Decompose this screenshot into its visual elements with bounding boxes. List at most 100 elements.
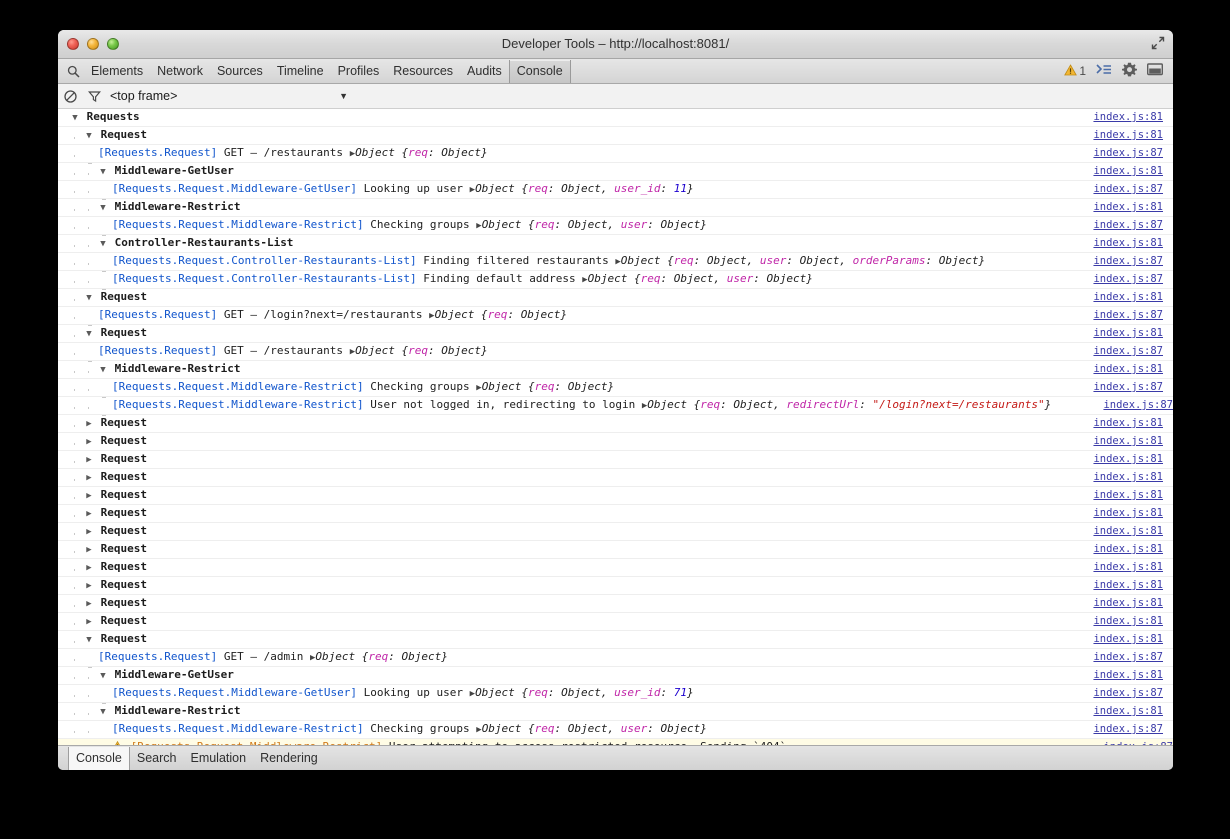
triangle-down-icon[interactable]: ▼ [70, 110, 80, 126]
minimize-button[interactable] [87, 38, 99, 50]
tab-timeline[interactable]: Timeline [270, 60, 331, 83]
source-link[interactable]: index.js:87 [1093, 307, 1163, 323]
console-group-row[interactable]: ▼ Request index.js:81 [58, 631, 1173, 649]
triangle-down-icon[interactable]: ▼ [98, 362, 108, 378]
triangle-right-icon[interactable]: ▶ [84, 434, 94, 450]
source-link[interactable]: index.js:87 [1093, 343, 1163, 359]
console-group-row[interactable]: ▶ Request index.js:81 [58, 559, 1173, 577]
console-log-row[interactable]: [Requests.Request] GET – /restaurants ▶O… [58, 343, 1173, 362]
object-preview[interactable]: Object { [355, 146, 408, 159]
console-log-row[interactable]: [Requests.Request.Middleware-Restrict] C… [58, 721, 1173, 740]
triangle-right-icon[interactable]: ▶ [84, 560, 94, 576]
console-group-row[interactable]: ▼ Controller-Restaurants-List index.js:81 [58, 235, 1173, 253]
gear-icon[interactable] [1122, 62, 1137, 80]
console-group-row[interactable]: ▶ Request index.js:81 [58, 487, 1173, 505]
triangle-right-icon[interactable]: ▶ [84, 578, 94, 594]
tab-network[interactable]: Network [150, 60, 210, 83]
source-link[interactable]: index.js:81 [1093, 559, 1163, 575]
source-link[interactable]: index.js:81 [1093, 235, 1163, 251]
object-preview[interactable]: Object { [475, 182, 528, 195]
tab-profiles[interactable]: Profiles [331, 60, 387, 83]
source-link[interactable]: index.js:87 [1093, 685, 1163, 701]
console-group-row[interactable]: ▼ Requests index.js:81 [58, 109, 1173, 127]
console-group-row[interactable]: ▼ Middleware-Restrict index.js:81 [58, 361, 1173, 379]
drawer-tab-rendering[interactable]: Rendering [253, 747, 325, 770]
console-group-row[interactable]: ▼ Middleware-GetUser index.js:81 [58, 163, 1173, 181]
console-group-row[interactable]: ▶ Request index.js:81 [58, 415, 1173, 433]
filter-funnel-icon[interactable] [82, 90, 106, 103]
triangle-down-icon[interactable]: ▼ [84, 290, 94, 306]
console-group-row[interactable]: ▶ Request index.js:81 [58, 505, 1173, 523]
source-link[interactable]: index.js:81 [1093, 631, 1163, 647]
source-link[interactable]: index.js:87 [1103, 397, 1173, 413]
source-link[interactable]: index.js:81 [1093, 505, 1163, 521]
object-preview[interactable]: Object { [647, 398, 700, 411]
console-group-row[interactable]: ▶ Request index.js:81 [58, 613, 1173, 631]
source-link[interactable]: index.js:81 [1093, 163, 1163, 179]
source-link[interactable]: index.js:81 [1093, 667, 1163, 683]
source-link[interactable]: index.js:87 [1103, 739, 1173, 745]
source-link[interactable]: index.js:87 [1093, 145, 1163, 161]
console-group-row[interactable]: ▼ Middleware-GetUser index.js:81 [58, 667, 1173, 685]
object-preview[interactable]: Object { [482, 380, 535, 393]
source-link[interactable]: index.js:81 [1093, 577, 1163, 593]
console-log-row[interactable]: [Requests.Request.Middleware-GetUser] Lo… [58, 685, 1173, 704]
console-message-list[interactable]: ▼ Requests index.js:81 ▼ Request index.js:8… [58, 109, 1173, 745]
triangle-right-icon[interactable]: ▶ [84, 488, 94, 504]
triangle-right-icon[interactable]: ▶ [84, 524, 94, 540]
tab-elements[interactable]: Elements [84, 60, 150, 83]
console-log-row[interactable]: [Requests.Request.Middleware-Restrict] C… [58, 379, 1173, 398]
source-link[interactable]: index.js:87 [1093, 181, 1163, 197]
console-group-row[interactable]: ▶ Request index.js:81 [58, 433, 1173, 451]
source-link[interactable]: index.js:81 [1093, 487, 1163, 503]
source-link[interactable]: index.js:81 [1093, 415, 1163, 431]
source-link[interactable]: index.js:87 [1093, 649, 1163, 665]
console-group-row[interactable]: ▶ Request index.js:81 [58, 577, 1173, 595]
triangle-right-icon[interactable]: ▶ [84, 452, 94, 468]
source-link[interactable]: index.js:81 [1093, 451, 1163, 467]
source-link[interactable]: index.js:81 [1093, 109, 1163, 125]
triangle-down-icon[interactable]: ▼ [84, 632, 94, 648]
source-link[interactable]: index.js:81 [1093, 433, 1163, 449]
object-preview[interactable]: Object { [621, 254, 674, 267]
console-log-row[interactable]: [Requests.Request.Middleware-Restrict] C… [58, 217, 1173, 236]
object-preview[interactable]: Object { [588, 272, 641, 285]
console-group-row[interactable]: ▶ Request index.js:81 [58, 451, 1173, 469]
console-warning-row[interactable]: [Requests.Request.Middleware-Restrict] U… [58, 739, 1173, 745]
source-link[interactable]: index.js:81 [1093, 613, 1163, 629]
object-preview[interactable]: Object { [482, 218, 535, 231]
triangle-right-icon[interactable]: ▶ [84, 542, 94, 558]
tab-resources[interactable]: Resources [386, 60, 460, 83]
source-link[interactable]: index.js:81 [1093, 523, 1163, 539]
console-log-row[interactable]: [Requests.Request] GET – /login?next=/re… [58, 307, 1173, 326]
triangle-down-icon[interactable]: ▼ [98, 704, 108, 720]
object-preview[interactable]: Object { [355, 344, 408, 357]
frame-selector[interactable]: <top frame> ▼ [106, 89, 356, 103]
object-preview[interactable]: Object { [475, 686, 528, 699]
fullscreen-arrows-icon[interactable] [1148, 33, 1168, 53]
clear-console-icon[interactable] [58, 89, 82, 103]
source-link[interactable]: index.js:87 [1093, 217, 1163, 233]
close-button[interactable] [67, 38, 79, 50]
triangle-down-icon[interactable]: ▼ [98, 200, 108, 216]
source-link[interactable]: index.js:81 [1093, 289, 1163, 305]
triangle-right-icon[interactable]: ▶ [84, 416, 94, 432]
source-link[interactable]: index.js:87 [1093, 721, 1163, 737]
source-link[interactable]: index.js:87 [1093, 379, 1163, 395]
console-group-row[interactable]: ▼ Middleware-Restrict index.js:81 [58, 199, 1173, 217]
dock-window-icon[interactable] [1146, 63, 1164, 79]
tab-sources[interactable]: Sources [210, 60, 270, 83]
triangle-down-icon[interactable]: ▼ [98, 164, 108, 180]
console-group-row[interactable]: ▶ Request index.js:81 [58, 523, 1173, 541]
console-group-row[interactable]: ▼ Request index.js:81 [58, 289, 1173, 307]
source-link[interactable]: index.js:81 [1093, 361, 1163, 377]
warning-status[interactable]: 1 [1064, 63, 1086, 79]
console-log-row[interactable]: [Requests.Request] GET – /admin ▶Object … [58, 649, 1173, 668]
triangle-down-icon[interactable]: ▼ [84, 128, 94, 144]
triangle-down-icon[interactable]: ▼ [84, 326, 94, 342]
console-group-row[interactable]: ▶ Request index.js:81 [58, 469, 1173, 487]
console-log-row[interactable]: [Requests.Request.Middleware-Restrict] U… [58, 397, 1173, 416]
console-group-row[interactable]: ▼ Middleware-Restrict index.js:81 [58, 703, 1173, 721]
triangle-right-icon[interactable]: ▶ [84, 470, 94, 486]
console-log-row[interactable]: [Requests.Request.Middleware-GetUser] Lo… [58, 181, 1173, 200]
